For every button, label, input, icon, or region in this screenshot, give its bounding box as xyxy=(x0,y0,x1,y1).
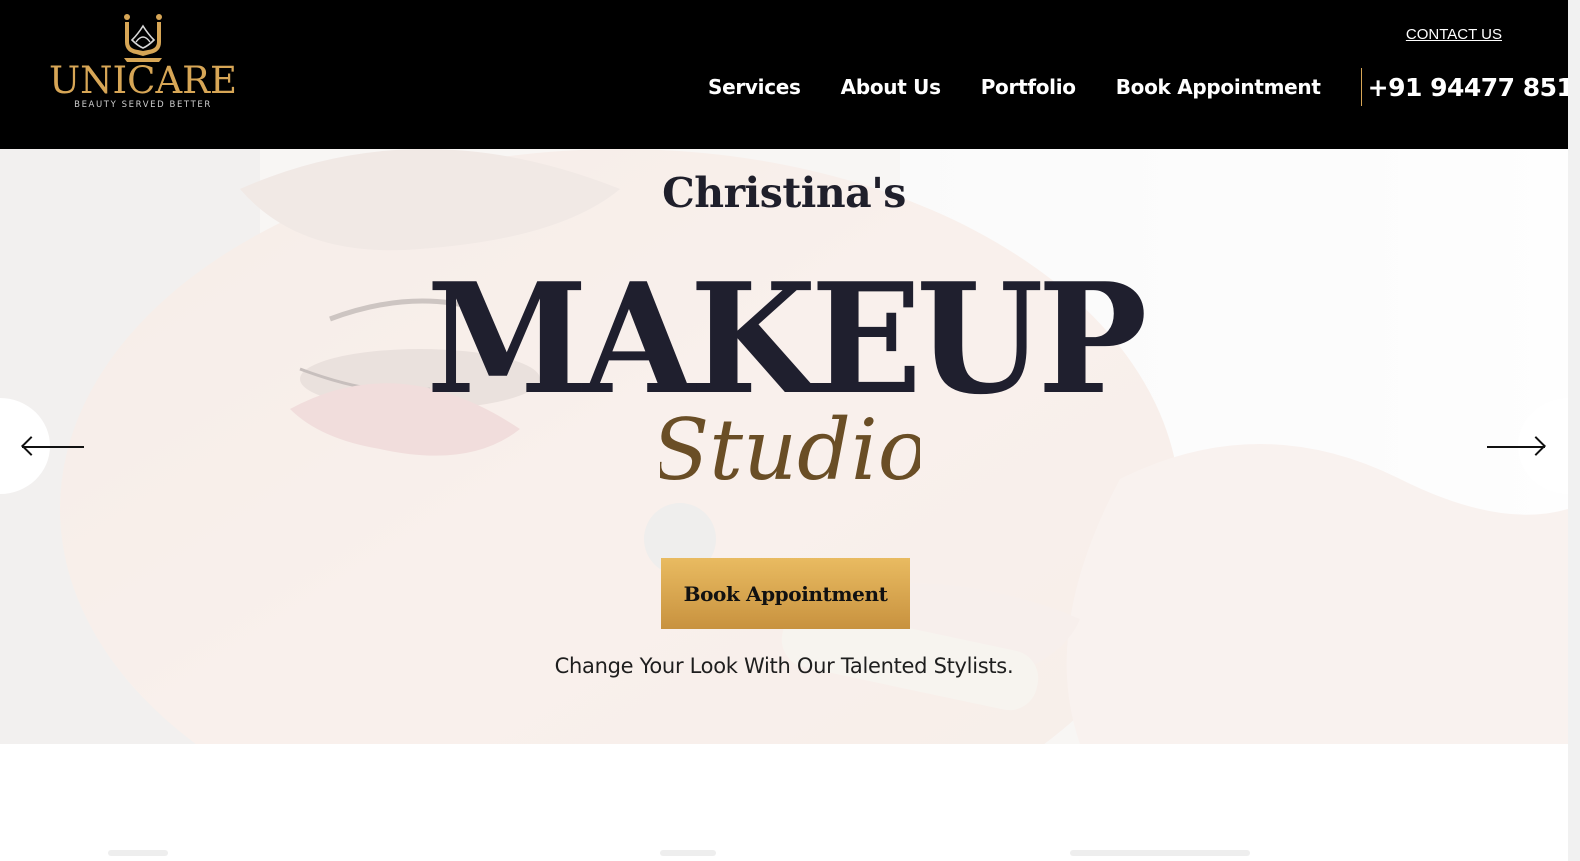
hero-script-studio: Studio xyxy=(660,401,920,499)
contact-us-link[interactable]: CONTACT US xyxy=(1406,26,1502,43)
nav-item-portfolio[interactable]: Portfolio xyxy=(981,75,1076,99)
unicare-logo[interactable]: UNICARE BEAUTY SERVED BETTER xyxy=(49,12,237,112)
site-header: UNICARE BEAUTY SERVED BETTER CONTACT US … xyxy=(0,0,1580,149)
hero-slider: Christina's MAKEUP Studio Book Appointme… xyxy=(0,149,1568,744)
page-scrollbar[interactable] xyxy=(1568,0,1580,861)
hero-script-text: Studio xyxy=(660,401,920,499)
book-appointment-button[interactable]: Book Appointment xyxy=(661,558,910,629)
brand-name: UNICARE xyxy=(48,59,238,102)
nav-item-book-appointment[interactable]: Book Appointment xyxy=(1116,75,1321,99)
nav-item-about-us[interactable]: About Us xyxy=(841,75,941,99)
brand-tagline: BEAUTY SERVED BETTER xyxy=(74,100,212,110)
crown-logo-icon xyxy=(124,14,162,62)
hero-eyebrow: Christina's xyxy=(662,169,906,217)
phone-number-link[interactable]: +91 94477 85185 xyxy=(1368,73,1580,102)
faint-heading-fragments xyxy=(108,850,1250,856)
nav-divider xyxy=(1360,68,1362,106)
nav-item-services[interactable]: Services xyxy=(708,75,801,99)
below-section-faint-heading xyxy=(0,838,1568,861)
hero-subtitle: Change Your Look With Our Talented Styli… xyxy=(554,654,1014,678)
main-nav: Services About Us Portfolio Book Appoint… xyxy=(708,68,1580,106)
